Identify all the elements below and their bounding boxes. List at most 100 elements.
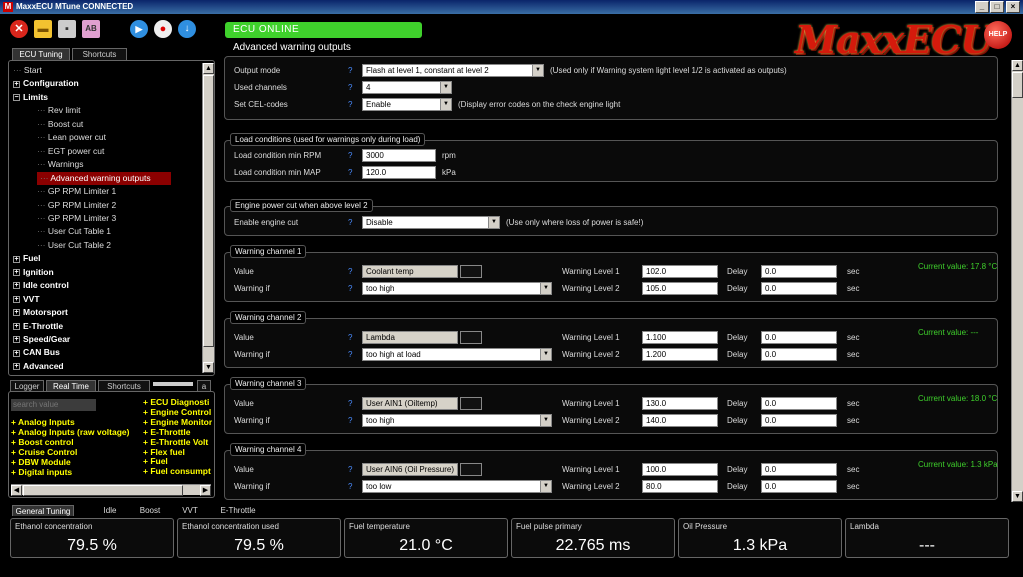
help-question-icon[interactable]: ? xyxy=(348,284,352,293)
level2-input[interactable]: 1.200 xyxy=(642,348,718,361)
help-question-icon[interactable]: ? xyxy=(348,333,352,342)
expand-icon[interactable]: + xyxy=(13,269,20,276)
tree-scrollbar[interactable]: ▲ ▼ xyxy=(202,63,214,373)
tab-boost[interactable]: Boost xyxy=(132,505,168,516)
tree-item[interactable]: ··· Boost cut xyxy=(37,118,83,131)
channel-value-field[interactable]: Coolant temp xyxy=(362,265,458,278)
scroll-down-button[interactable]: ▼ xyxy=(203,362,214,373)
warning-if-select[interactable]: too high ▼ xyxy=(362,414,552,427)
main-scroll-thumb[interactable] xyxy=(1012,72,1023,98)
tree-item[interactable]: + Motorsport xyxy=(13,306,68,319)
realtime-group-item[interactable]: + E-Throttle xyxy=(143,428,212,438)
compare-icon[interactable]: AB xyxy=(82,20,100,38)
realtime-group-item[interactable]: + Analog Inputs (raw voltage) xyxy=(11,427,129,438)
maximize-button[interactable]: □ xyxy=(990,1,1004,13)
main-scroll-up[interactable]: ▲ xyxy=(1012,60,1023,71)
disconnect-icon[interactable]: ✕ xyxy=(10,20,28,38)
help-question-icon[interactable]: ? xyxy=(348,416,352,425)
delay2-input[interactable]: 0.0 xyxy=(761,348,837,361)
help-question-icon[interactable]: ? xyxy=(348,168,352,177)
channel-color-swatch[interactable] xyxy=(460,397,482,410)
tree-item[interactable]: ··· Advanced warning outputs xyxy=(37,171,171,185)
expand-icon[interactable]: + xyxy=(13,349,20,357)
channel-value-field[interactable]: Lambda xyxy=(362,331,458,344)
tree-item[interactable]: + Ignition xyxy=(13,266,54,279)
delay2-input[interactable]: 0.0 xyxy=(761,414,837,427)
play-icon[interactable]: ▶ xyxy=(130,20,148,38)
tree-item[interactable]: ··· EGT power cut xyxy=(37,145,104,158)
delay1-input[interactable]: 0.0 xyxy=(761,397,837,410)
level2-input[interactable]: 105.0 xyxy=(642,282,718,295)
output-mode-select[interactable]: Flash at level 1, constant at level 2 ▼ xyxy=(362,64,544,77)
expand-icon[interactable]: + xyxy=(13,282,20,290)
level2-input[interactable]: 80.0 xyxy=(642,480,718,493)
tree-item[interactable]: ··· User Cut Table 2 xyxy=(37,239,111,252)
realtime-group-item[interactable]: + Boost control xyxy=(11,437,74,448)
realtime-group-item[interactable]: + Digital inputs xyxy=(11,467,72,478)
used-channels-select[interactable]: 4 ▼ xyxy=(362,81,452,94)
realtime-search-input[interactable] xyxy=(11,399,96,411)
expand-icon[interactable]: + xyxy=(13,80,20,88)
engine-cut-select[interactable]: Disable ▼ xyxy=(362,216,500,229)
level2-input[interactable]: 140.0 xyxy=(642,414,718,427)
expand-icon[interactable]: + xyxy=(13,309,20,317)
scroll-thumb[interactable] xyxy=(203,75,214,347)
tree-item[interactable]: + Idle control xyxy=(13,279,69,292)
realtime-group-item[interactable]: + DBW Module xyxy=(11,457,71,468)
scroll-right-button[interactable]: ▶ xyxy=(200,485,211,496)
download-icon[interactable]: ↓ xyxy=(178,20,196,38)
save-icon[interactable]: ▪ xyxy=(58,20,76,38)
help-question-icon[interactable]: ? xyxy=(348,83,352,92)
scroll-up-button[interactable]: ▲ xyxy=(203,63,214,74)
tree-item[interactable]: + CAN Bus xyxy=(13,346,60,359)
expand-icon[interactable]: + xyxy=(13,363,20,371)
realtime-group-item[interactable]: + E-Throttle Volt xyxy=(143,438,212,448)
help-question-icon[interactable]: ? xyxy=(348,218,352,227)
channel-color-swatch[interactable] xyxy=(460,265,482,278)
expand-icon[interactable]: + xyxy=(13,255,20,263)
help-question-icon[interactable]: ? xyxy=(348,465,352,474)
help-question-icon[interactable]: ? xyxy=(348,399,352,408)
level1-input[interactable]: 102.0 xyxy=(642,265,718,278)
tree-item[interactable]: ··· GP RPM Limiter 1 xyxy=(37,185,116,198)
help-question-icon[interactable]: ? xyxy=(348,100,352,109)
realtime-hscrollbar[interactable]: ◀ ▶ xyxy=(11,484,211,496)
channel-color-swatch[interactable] xyxy=(460,331,482,344)
tab-idle[interactable]: Idle xyxy=(92,505,128,516)
level1-input[interactable]: 100.0 xyxy=(642,463,718,476)
tree-item[interactable]: ··· Lean power cut xyxy=(37,131,106,144)
tree-item[interactable]: + Speed/Gear xyxy=(13,333,70,346)
channel-value-field[interactable]: User AIN1 (Oiltemp) xyxy=(362,397,458,410)
tree-item[interactable]: + Fuel xyxy=(13,252,40,265)
collapse-icon[interactable]: − xyxy=(13,94,20,102)
level1-input[interactable]: 1.100 xyxy=(642,331,718,344)
realtime-group-item[interactable]: + Cruise Control xyxy=(11,447,77,458)
hscroll-thumb[interactable] xyxy=(23,485,183,496)
help-question-icon[interactable]: ? xyxy=(348,267,352,276)
tree-item[interactable]: ··· Start xyxy=(13,64,42,77)
realtime-group-item[interactable]: + Engine Monitor xyxy=(143,418,212,428)
tab-general-tuning[interactable]: General Tuning xyxy=(12,505,74,516)
tree-item[interactable]: ··· GP RPM Limiter 2 xyxy=(37,199,116,212)
scroll-left-button[interactable]: ◀ xyxy=(11,485,22,496)
expand-icon[interactable]: + xyxy=(13,322,20,330)
channel-color-swatch[interactable] xyxy=(460,463,482,476)
set-cel-select[interactable]: Enable ▼ xyxy=(362,98,452,111)
tab-ecu-tuning[interactable]: ECU Tuning xyxy=(12,48,70,60)
expand-icon[interactable]: + xyxy=(13,336,20,344)
load-rpm-input[interactable]: 3000 xyxy=(362,149,436,162)
main-scroll-down[interactable]: ▼ xyxy=(1012,491,1023,502)
tree-item[interactable]: + E-Throttle xyxy=(13,320,63,333)
main-scrollbar[interactable]: ▲ ▼ xyxy=(1011,60,1023,502)
warning-if-select[interactable]: too low ▼ xyxy=(362,480,552,493)
tree-item[interactable]: ··· Warnings xyxy=(37,158,83,171)
tree-item[interactable]: ··· Rev limit xyxy=(37,104,80,117)
help-question-icon[interactable]: ? xyxy=(348,151,352,160)
tree-item[interactable]: + Advanced xyxy=(13,360,64,373)
warning-if-select[interactable]: too high at load ▼ xyxy=(362,348,552,361)
delay1-input[interactable]: 0.0 xyxy=(761,331,837,344)
realtime-group-item[interactable]: + Flex fuel xyxy=(143,448,212,458)
level1-input[interactable]: 130.0 xyxy=(642,397,718,410)
help-question-icon[interactable]: ? xyxy=(348,350,352,359)
help-question-icon[interactable]: ? xyxy=(348,482,352,491)
